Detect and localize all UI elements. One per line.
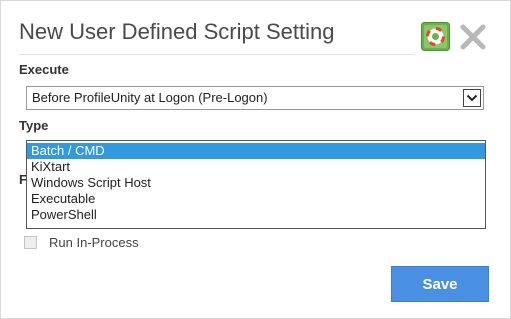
type-option-batch-cmd[interactable]: Batch / CMD [27,143,485,159]
save-button[interactable]: Save [391,266,489,302]
title-divider [19,54,415,55]
chevron-down-icon[interactable] [463,89,481,107]
type-listbox[interactable]: Batch / CMD KiXtart Windows Script Host … [26,140,486,229]
dialog-title: New User Defined Script Setting [19,19,335,44]
script-setting-dialog: New User Defined Script Setting Execute … [0,0,511,319]
type-option-windows-script-host[interactable]: Windows Script Host [27,175,485,191]
type-option-executable[interactable]: Executable [27,191,485,207]
execute-label: Execute [19,62,69,77]
type-label: Type [19,118,49,133]
type-option-kixtart[interactable]: KiXtart [27,159,485,175]
run-in-process-checkbox[interactable] [24,236,37,249]
close-icon[interactable] [459,23,487,51]
help-icon[interactable] [421,22,450,51]
run-in-process-label[interactable]: Run In-Process [49,235,139,250]
type-option-powershell[interactable]: PowerShell [27,207,485,223]
execute-select[interactable]: Before ProfileUnity at Logon (Pre-Logon) [26,86,484,110]
execute-selected-value: Before ProfileUnity at Logon (Pre-Logon) [32,90,268,105]
